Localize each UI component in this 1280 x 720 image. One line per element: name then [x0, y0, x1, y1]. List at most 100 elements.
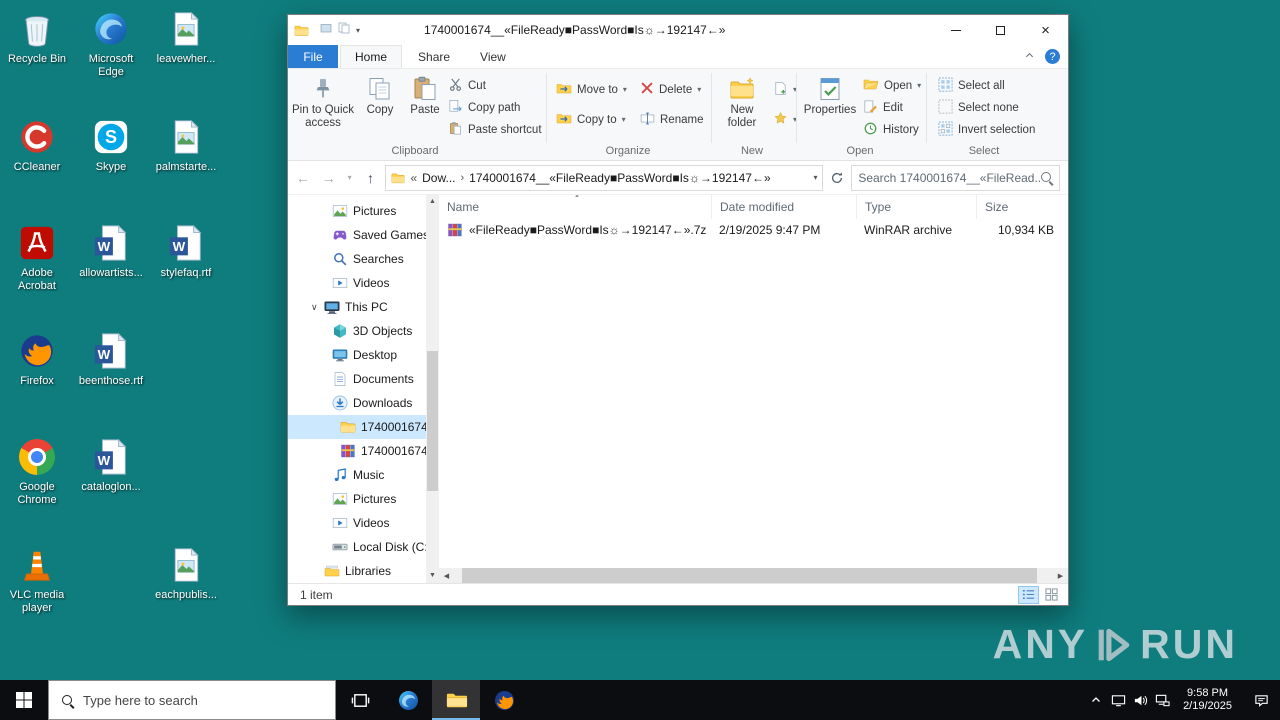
search-box[interactable]: [851, 164, 1060, 191]
new-folder-button[interactable]: New folder: [715, 71, 769, 143]
nav-item-local-disk-c[interactable]: Local Disk (C:): [288, 535, 426, 559]
nav-item-videos[interactable]: Videos: [288, 271, 426, 295]
edit-button[interactable]: Edit: [863, 97, 903, 118]
hidden-icons-button[interactable]: [1085, 680, 1107, 720]
nav-item-videos[interactable]: Videos: [288, 511, 426, 535]
desktop-icon-skype[interactable]: S Skype: [74, 116, 148, 174]
search-input[interactable]: [858, 170, 1040, 185]
select-all-button[interactable]: Select all: [938, 75, 1005, 96]
paste-shortcut-button[interactable]: Paste shortcut: [448, 119, 542, 140]
nav-item-downloads[interactable]: Downloads: [288, 391, 426, 415]
details-view-button[interactable]: [1018, 585, 1039, 604]
taskbar-search[interactable]: [48, 680, 336, 720]
copy-path-button[interactable]: Copy path: [448, 97, 520, 118]
desktop-icon-vlc[interactable]: VLC media player: [0, 544, 74, 615]
select-none-button[interactable]: Select none: [938, 97, 1019, 118]
desktop-icon-cataloglon[interactable]: Wcataloglon...: [74, 436, 148, 494]
desktop-icon-palmstarte[interactable]: palmstarte...: [149, 116, 223, 174]
expander-icon[interactable]: ∨: [311, 295, 318, 319]
nav-item-pictures[interactable]: Pictures: [288, 487, 426, 511]
taskbar-search-input[interactable]: [83, 692, 335, 708]
address-box[interactable]: « Dow... › 1740001674__«FileReady■PassWo…: [385, 164, 824, 191]
close-button[interactable]: ×: [1023, 15, 1068, 45]
paste-button[interactable]: Paste: [402, 71, 448, 143]
nav-item-documents[interactable]: Documents: [288, 367, 426, 391]
taskbar-firefox-button[interactable]: [480, 680, 528, 720]
desktop-icon-eachpublis[interactable]: eachpublis...: [149, 544, 223, 602]
thumbnails-view-button[interactable]: [1041, 586, 1062, 604]
action-center-button[interactable]: [1242, 680, 1280, 720]
cut-button[interactable]: Cut: [448, 75, 486, 96]
up-button[interactable]: ↑: [360, 170, 382, 186]
scroll-up-icon[interactable]: ▲: [426, 195, 439, 209]
breadcrumb-overflow-icon[interactable]: «: [410, 171, 417, 185]
horizontal-scrollbar[interactable]: ◀ ▶: [439, 568, 1068, 583]
start-button[interactable]: [0, 680, 48, 720]
qat-button-1[interactable]: [320, 21, 332, 39]
desktop-icon-ccleaner[interactable]: CCleaner: [0, 116, 74, 174]
pin-to-quick-access-button[interactable]: Pin to Quick access: [292, 71, 354, 143]
scroll-down-icon[interactable]: ▼: [426, 569, 439, 583]
rename-button[interactable]: Rename: [640, 109, 703, 130]
open-button[interactable]: Open ▾: [863, 75, 921, 96]
nav-item-searches[interactable]: Searches: [288, 247, 426, 271]
scrollbar-thumb[interactable]: [427, 351, 438, 491]
desktop-icon-leavewher[interactable]: leavewher...: [149, 8, 223, 66]
minimize-ribbon-icon[interactable]: [1024, 50, 1035, 64]
easy-access-button[interactable]: ▾: [773, 109, 797, 130]
scrollbar-thumb[interactable]: [462, 568, 1037, 583]
title-bar[interactable]: ▾ 1740001674__«FileReady■PassWord■Is☼→19…: [288, 15, 1068, 45]
qat-dropdown-icon[interactable]: ▾: [356, 26, 360, 35]
scroll-right-icon[interactable]: ▶: [1053, 572, 1068, 580]
breadcrumb-current-folder[interactable]: 1740001674__«FileReady■PassWord■Is☼→1921…: [469, 171, 808, 185]
desktop-icon-beenthose[interactable]: Wbeenthose.rtf: [74, 330, 148, 388]
maximize-button[interactable]: [978, 15, 1023, 45]
column-header-date-modified[interactable]: Date modified: [711, 195, 856, 219]
new-item-button[interactable]: ▾: [773, 79, 797, 100]
network-icon[interactable]: [1151, 680, 1173, 720]
nav-item-this-pc[interactable]: ∨ This PC: [288, 295, 426, 319]
refresh-button[interactable]: [827, 171, 847, 185]
column-header-name[interactable]: ▲ Name: [439, 195, 711, 219]
nav-item-1740001674[interactable]: 1740001674__: [288, 415, 426, 439]
desktop-icon-recycle-bin[interactable]: Recycle Bin: [0, 8, 74, 66]
desktop-icon-stylefaq[interactable]: Wstylefaq.rtf: [149, 222, 223, 280]
desktop-icon-adobe-acrobat[interactable]: Adobe Acrobat: [0, 222, 74, 293]
address-dropdown-icon[interactable]: ▾: [813, 173, 817, 182]
recent-locations-icon[interactable]: ▾: [344, 173, 356, 182]
display-icon[interactable]: [1107, 680, 1129, 720]
nav-item-1740001674[interactable]: 1740001674__: [288, 439, 426, 463]
taskbar-edge-button[interactable]: [384, 680, 432, 720]
move-to-button[interactable]: Move to ▾: [556, 79, 627, 100]
column-header-type[interactable]: Type: [856, 195, 976, 219]
forward-button[interactable]: →: [318, 170, 340, 186]
invert-selection-button[interactable]: Invert selection: [938, 119, 1035, 140]
taskbar-file-explorer-button[interactable]: [432, 680, 480, 720]
nav-item-saved-games[interactable]: Saved Games: [288, 223, 426, 247]
copy-to-button[interactable]: Copy to ▾: [556, 109, 626, 130]
tab-view[interactable]: View: [466, 45, 520, 68]
scroll-left-icon[interactable]: ◀: [439, 572, 454, 580]
desktop-icon-google-chrome[interactable]: Google Chrome: [0, 436, 74, 507]
nav-item-desktop[interactable]: Desktop: [288, 343, 426, 367]
taskbar-clock[interactable]: 9:58 PM 2/19/2025: [1173, 687, 1242, 713]
properties-button[interactable]: Properties: [802, 71, 858, 143]
nav-item-3d-objects[interactable]: 3D Objects: [288, 319, 426, 343]
tab-file[interactable]: File: [288, 45, 338, 68]
nav-item-libraries[interactable]: Libraries: [288, 559, 426, 583]
tab-home[interactable]: Home: [340, 45, 403, 68]
copy-button[interactable]: Copy: [358, 71, 402, 143]
file-row[interactable]: «FileReady■PassWord■Is☼→192147←».7z 2/19/…: [439, 219, 1068, 241]
desktop-icon-allowartists[interactable]: Wallowartists...: [74, 222, 148, 280]
tab-share[interactable]: Share: [404, 45, 464, 68]
column-header-size[interactable]: Size: [976, 195, 1066, 219]
nav-scrollbar[interactable]: ▲ ▼: [426, 195, 439, 583]
history-button[interactable]: History: [863, 119, 919, 140]
nav-item-music[interactable]: Music: [288, 463, 426, 487]
minimize-button[interactable]: [933, 15, 978, 45]
breadcrumb-parent[interactable]: Dow...: [422, 171, 455, 185]
desktop-icon-firefox[interactable]: Firefox: [0, 330, 74, 388]
back-button[interactable]: ←: [292, 170, 314, 186]
volume-icon[interactable]: [1129, 680, 1151, 720]
nav-item-pictures[interactable]: Pictures: [288, 199, 426, 223]
